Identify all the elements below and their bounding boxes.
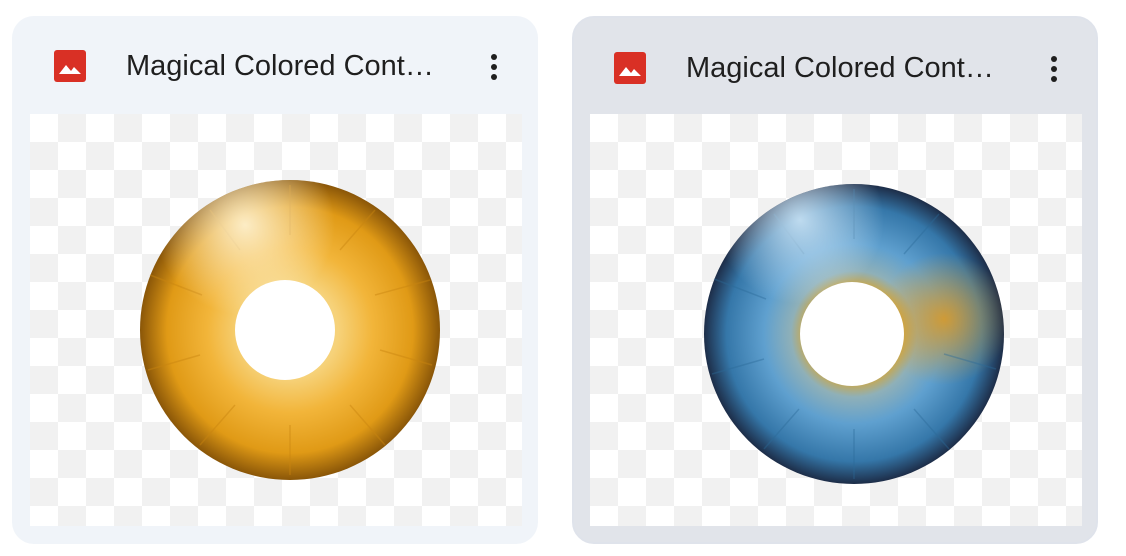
file-card-header: Magical Colored Cont… — [12, 16, 538, 112]
file-card-header: Magical Colored Cont… — [574, 18, 1096, 114]
image-icon — [614, 52, 646, 84]
file-grid: Magical Colored Cont… Magical Colored Co… — [0, 0, 1126, 556]
file-card[interactable]: Magical Colored Cont… — [12, 16, 538, 544]
file-thumbnail[interactable] — [30, 114, 522, 526]
more-options-button[interactable] — [1034, 48, 1074, 88]
amber-iris-image — [140, 180, 440, 480]
more-options-button[interactable] — [474, 46, 514, 86]
file-title: Magical Colored Cont… — [686, 52, 994, 84]
file-thumbnail[interactable] — [590, 114, 1082, 526]
more-vert-icon — [1034, 56, 1074, 92]
file-card-hovered[interactable]: Magical Colored Cont… — [572, 16, 1098, 544]
more-vert-icon — [474, 54, 514, 90]
blue-iris-image — [704, 184, 1004, 484]
image-icon — [54, 50, 86, 82]
file-title: Magical Colored Cont… — [126, 50, 434, 82]
